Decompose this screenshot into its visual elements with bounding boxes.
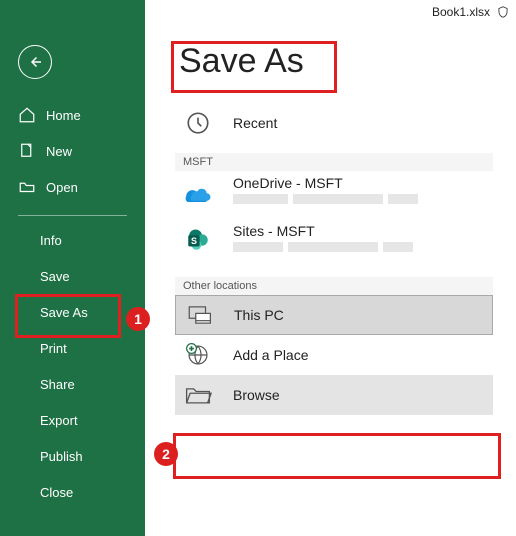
annotation-highlight-save-as bbox=[18, 297, 118, 335]
nav-info[interactable]: Info bbox=[0, 222, 145, 258]
add-place-icon bbox=[181, 338, 215, 372]
nav-label: Open bbox=[46, 180, 78, 195]
nav-export[interactable]: Export bbox=[0, 402, 145, 438]
nav-print[interactable]: Print bbox=[0, 330, 145, 366]
location-onedrive[interactable]: OneDrive - MSFT bbox=[175, 171, 516, 219]
sidebar: Home New Open Info Save Save As Print Sh… bbox=[0, 0, 145, 536]
nav-label: New bbox=[46, 144, 72, 159]
location-recent[interactable]: Recent bbox=[175, 103, 516, 143]
filename-label: Book1.xlsx bbox=[432, 5, 490, 19]
location-label: Add a Place bbox=[233, 347, 309, 363]
location-label: OneDrive - MSFT bbox=[233, 175, 418, 191]
nav-separator bbox=[18, 215, 127, 216]
nav-home[interactable]: Home bbox=[0, 97, 145, 133]
nav-save[interactable]: Save bbox=[0, 258, 145, 294]
home-icon bbox=[18, 106, 36, 124]
browse-folder-icon bbox=[181, 378, 215, 412]
nav-publish[interactable]: Publish bbox=[0, 438, 145, 474]
location-this-pc[interactable]: This PC bbox=[175, 295, 493, 335]
sharepoint-icon: S bbox=[181, 223, 215, 257]
section-other: Other locations bbox=[175, 277, 493, 295]
location-subtext bbox=[233, 194, 418, 204]
recent-icon bbox=[181, 106, 215, 140]
this-pc-icon bbox=[182, 298, 216, 332]
back-arrow-icon bbox=[26, 53, 44, 71]
title-bar: Book1.xlsx bbox=[145, 0, 516, 24]
annotation-badge-2: 2 bbox=[154, 442, 178, 466]
back-button[interactable] bbox=[18, 45, 52, 79]
annotation-highlight-title bbox=[174, 44, 334, 90]
location-browse[interactable]: Browse bbox=[175, 375, 493, 415]
shield-icon bbox=[496, 5, 510, 19]
location-subtext bbox=[233, 242, 413, 252]
location-add-place[interactable]: Add a Place bbox=[175, 335, 493, 375]
location-label: Recent bbox=[233, 115, 277, 131]
open-icon bbox=[18, 178, 36, 196]
new-icon bbox=[18, 142, 36, 160]
svg-text:S: S bbox=[191, 236, 197, 246]
location-label: This PC bbox=[234, 307, 284, 323]
location-sites[interactable]: S Sites - MSFT bbox=[175, 219, 516, 267]
onedrive-icon bbox=[181, 175, 215, 209]
nav-new[interactable]: New bbox=[0, 133, 145, 169]
location-label: Browse bbox=[233, 387, 280, 403]
nav-close[interactable]: Close bbox=[0, 474, 145, 510]
annotation-badge-1: 1 bbox=[126, 307, 150, 331]
nav-open[interactable]: Open bbox=[0, 169, 145, 205]
nav-share[interactable]: Share bbox=[0, 366, 145, 402]
nav-label: Home bbox=[46, 108, 81, 123]
location-label: Sites - MSFT bbox=[233, 223, 413, 239]
section-msft: MSFT bbox=[175, 153, 493, 171]
annotation-highlight-browse bbox=[176, 436, 498, 476]
